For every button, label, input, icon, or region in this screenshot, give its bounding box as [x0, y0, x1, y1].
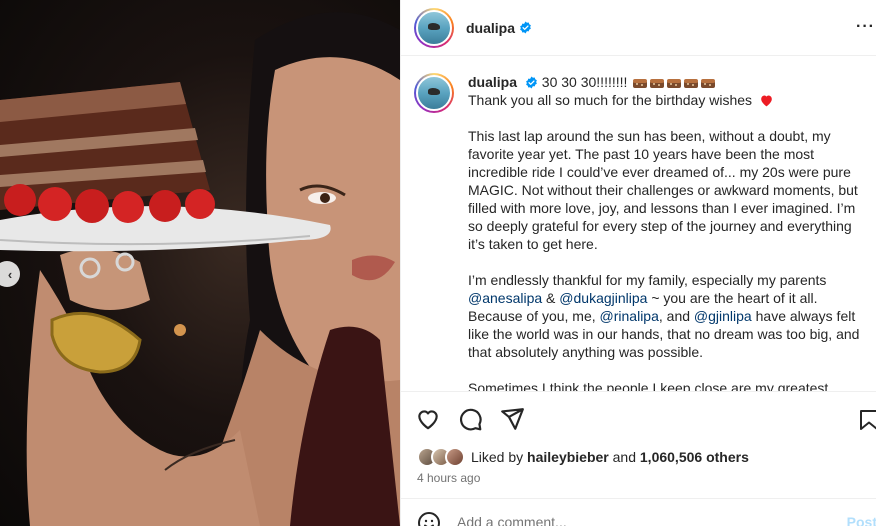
- send-icon[interactable]: [499, 406, 525, 432]
- mention-link[interactable]: @gjinlipa: [694, 308, 752, 324]
- comment-input[interactable]: [457, 514, 757, 526]
- cake-emoji-icon: [631, 74, 716, 90]
- post-image: [0, 12, 400, 526]
- post-timestamp[interactable]: 4 hours ago: [417, 471, 480, 485]
- verified-badge-icon: [520, 21, 531, 34]
- post-header: dualipa ···: [401, 0, 876, 56]
- chevron-left-icon: ‹: [7, 266, 13, 282]
- likes-count[interactable]: 1,060,506 others: [640, 449, 749, 465]
- liked-by-user[interactable]: haileybieber: [527, 449, 609, 465]
- caption-username[interactable]: dualipa: [468, 74, 517, 90]
- emoji-smile-icon[interactable]: [417, 511, 441, 526]
- comment-bubble-icon[interactable]: [457, 406, 483, 432]
- liker-avatars: [417, 447, 465, 467]
- bookmark-icon[interactable]: [857, 408, 876, 432]
- verified-badge-icon: [526, 76, 537, 89]
- red-heart-emoji-icon: [761, 95, 772, 107]
- author-username[interactable]: dualipa: [466, 20, 515, 36]
- post-comment-button[interactable]: Post: [847, 514, 876, 526]
- post-photo[interactable]: ‹: [0, 0, 400, 526]
- caption-line1: 30 30 30!!!!!!!!: [541, 74, 628, 90]
- post-detail-panel: dualipa ··· dualipa 30 30 30!!!!!!!! Tha…: [400, 0, 876, 526]
- mention-link[interactable]: @rinalipa: [600, 308, 659, 324]
- comment-bar: Post: [401, 498, 876, 526]
- mention-link[interactable]: @dukagjinlipa: [559, 290, 647, 306]
- post-actions: Liked by haileybieber and 1,060,506 othe…: [401, 391, 876, 526]
- mention-link[interactable]: @anesalipa: [468, 290, 542, 306]
- likes-summary[interactable]: Liked by haileybieber and 1,060,506 othe…: [417, 447, 749, 467]
- author-avatar[interactable]: [414, 7, 454, 48]
- caption-paragraph: Sometimes I think the people I keep clos…: [468, 380, 829, 391]
- caption-avatar[interactable]: [414, 73, 454, 113]
- caption-area: dualipa 30 30 30!!!!!!!! Thank you all s…: [401, 57, 876, 391]
- caption-line2: Thank you all so much for the birthday w…: [468, 92, 753, 108]
- heart-outline-icon[interactable]: [415, 406, 441, 432]
- caption-paragraph: This last lap around the sun has been, w…: [468, 128, 858, 252]
- avatar: [445, 447, 465, 467]
- caption-text: dualipa 30 30 30!!!!!!!! Thank you all s…: [468, 73, 863, 391]
- caption-paragraph: I’m endlessly thankful for my family, es…: [468, 272, 860, 360]
- more-options-icon[interactable]: ···: [856, 18, 875, 36]
